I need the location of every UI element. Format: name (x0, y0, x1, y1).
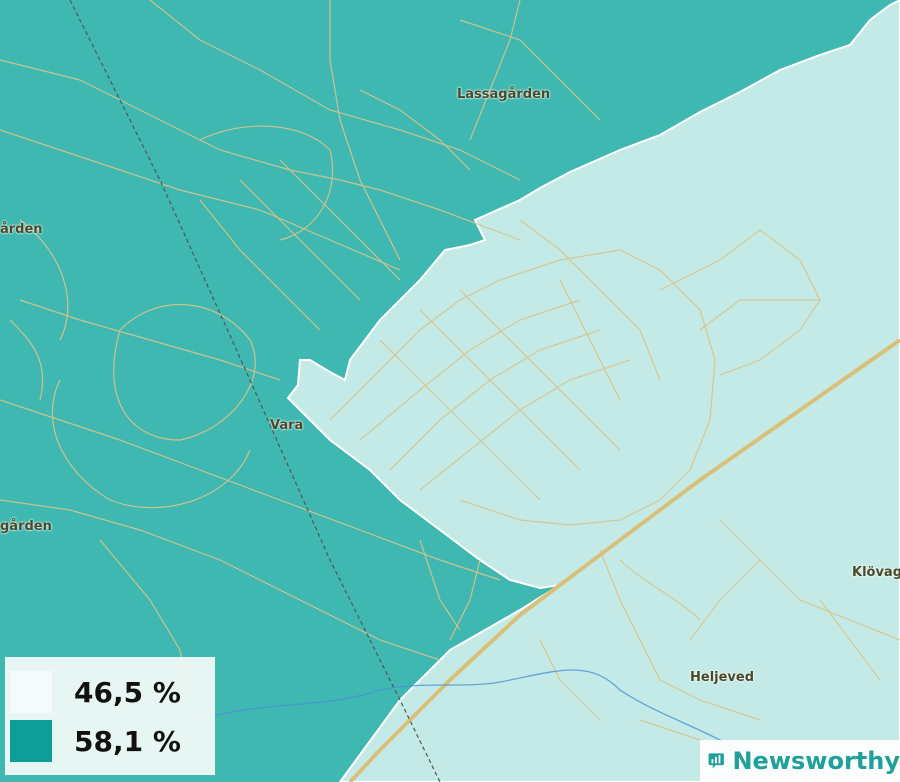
legend-item-high: 58,1 % (10, 720, 181, 762)
place-label-heljeved: Heljeved (690, 670, 755, 685)
place-label-garden-west: gården (0, 519, 52, 534)
legend-label-low: 46,5 % (74, 675, 181, 709)
legend-item-low: 46,5 % (10, 671, 181, 713)
legend-swatch-low (10, 671, 52, 713)
place-label-vara: Vara (270, 418, 304, 433)
map-legend: 46,5 % 58,1 % (5, 657, 215, 775)
newsworthy-chart-bubble-icon (708, 753, 724, 769)
legend-swatch-high (10, 720, 52, 762)
place-label-arden-west: ården (0, 222, 43, 237)
legend-label-high: 58,1 % (74, 724, 181, 758)
brand-name: Newsworthy (732, 747, 900, 775)
newsworthy-brand[interactable]: Newsworthy (700, 740, 900, 782)
place-label-lassagarden: Lassagården (457, 87, 551, 102)
place-label-klovaga: Klövaga (852, 565, 900, 580)
